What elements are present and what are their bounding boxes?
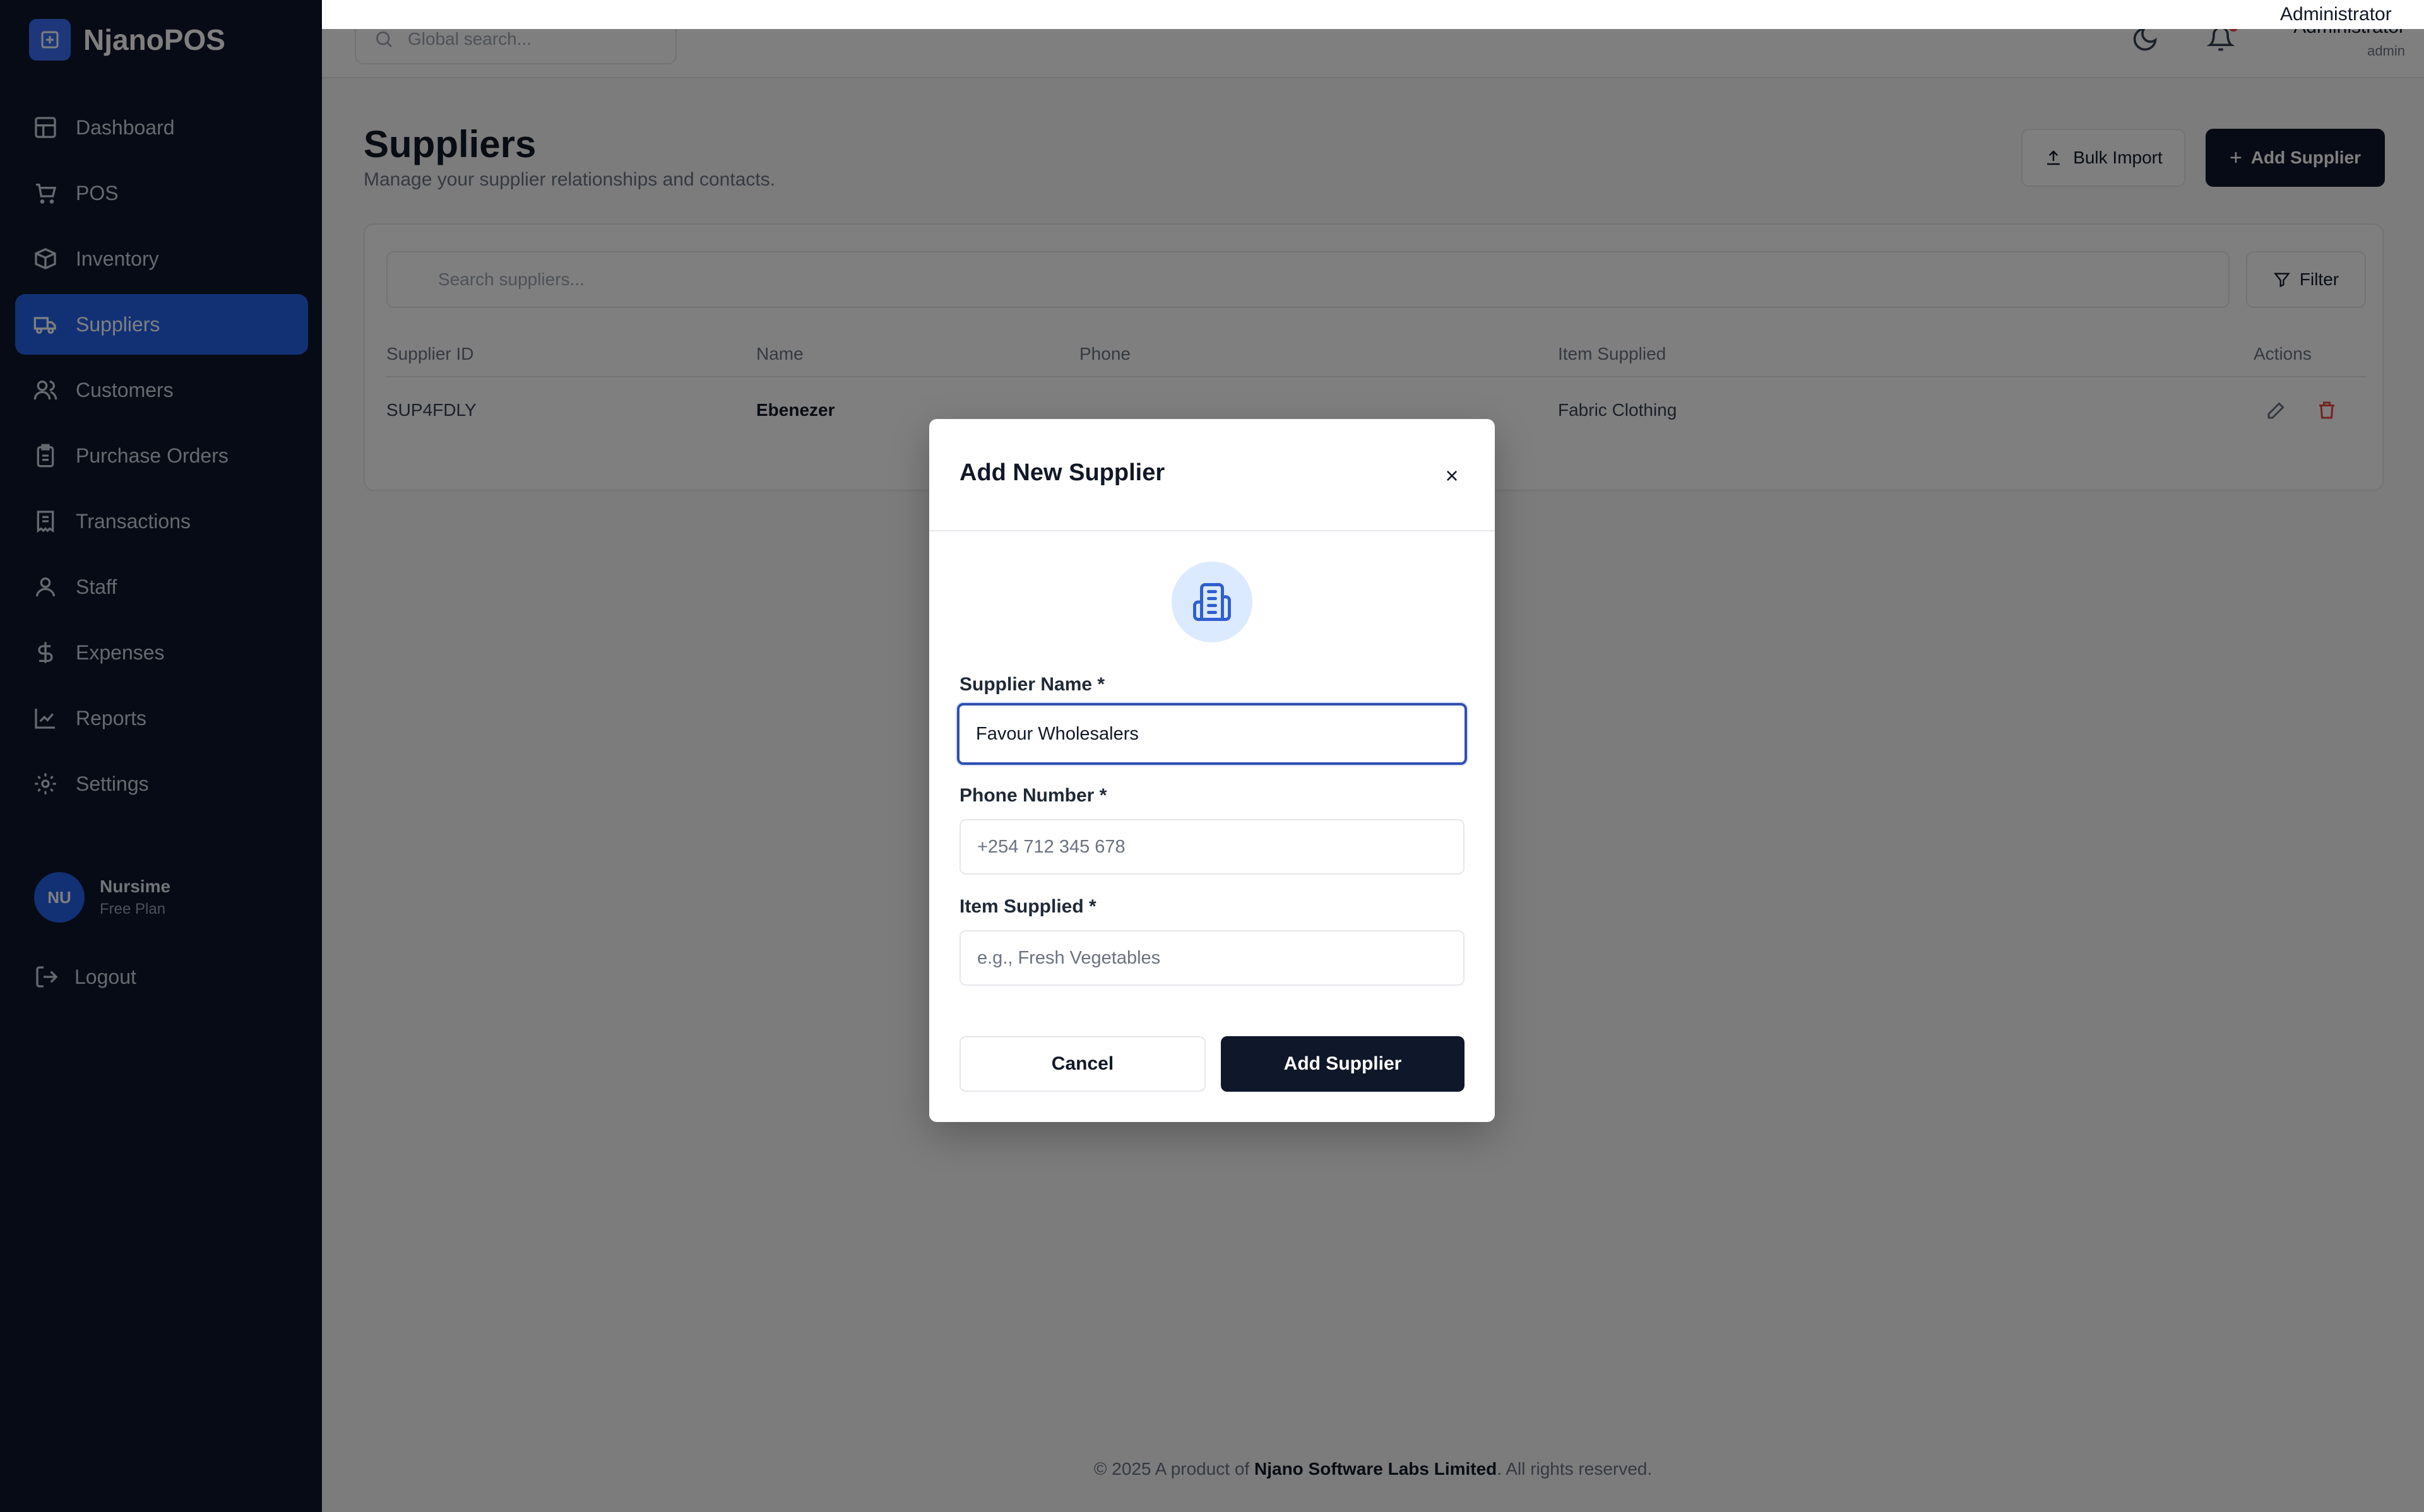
- modal-title: Add New Supplier: [960, 459, 1165, 486]
- item-supplied-input[interactable]: e.g., Fresh Vegetables: [960, 930, 1464, 986]
- supplier-name-label: Supplier Name *: [960, 674, 1105, 695]
- add-supplier-button[interactable]: Add Supplier: [1221, 1036, 1464, 1092]
- building-icon: [1172, 562, 1252, 642]
- phone-number-label: Phone Number *: [960, 785, 1107, 806]
- supplier-name-input[interactable]: Favour Wholesalers: [957, 703, 1467, 765]
- close-icon[interactable]: ×: [1439, 463, 1464, 488]
- topbar-strip: Administrator: [322, 0, 2424, 29]
- phone-number-input[interactable]: +254 712 345 678: [960, 819, 1464, 875]
- item-supplied-label: Item Supplied *: [960, 896, 1096, 917]
- app-root: NjanoPOS Dashboard POS Inventory Supplie…: [0, 0, 2424, 1512]
- admin-name-visible: Administrator: [2280, 4, 2392, 25]
- cancel-button[interactable]: Cancel: [960, 1036, 1206, 1092]
- modal-divider: [929, 530, 1495, 531]
- add-supplier-modal: Add New Supplier × Supplier Name * Favou…: [929, 419, 1495, 1122]
